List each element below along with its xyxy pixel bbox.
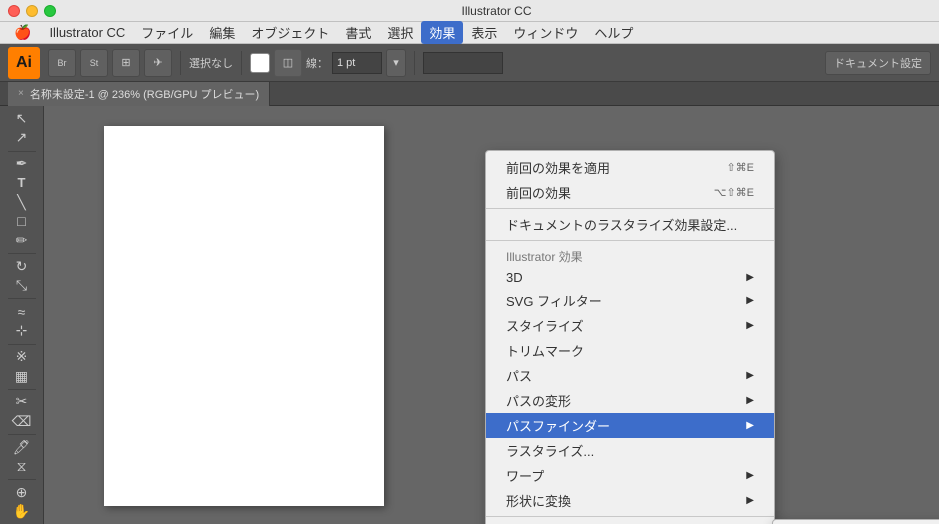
- menu-window[interactable]: ウィンドウ: [505, 21, 586, 44]
- blend-tool[interactable]: ⧖: [6, 458, 38, 475]
- title-bar: Illustrator CC: [0, 0, 939, 22]
- rotate-tool[interactable]: ↻: [6, 258, 38, 275]
- menu-svg-filter[interactable]: SVG フィルター ▶: [486, 288, 774, 313]
- main-area: ↖ ↗ ✒ T ╲ □ ✏ ↻ ⤡ ≈ ⊹ ※ ▦ ✂ ⌫ 🖊 ⧖ ⊕ ✋: [0, 106, 939, 524]
- hand-tool[interactable]: ✋: [6, 503, 38, 520]
- line-tool[interactable]: ╲: [6, 194, 38, 211]
- toolbar-separator-1: [180, 51, 181, 75]
- tool-separator-7: [8, 479, 36, 480]
- menu-type[interactable]: 書式: [337, 21, 379, 44]
- menu-pathfinder[interactable]: パスファインダー ▶: [486, 413, 774, 438]
- window-title: Illustrator CC: [62, 4, 931, 18]
- type-tool[interactable]: T: [6, 174, 38, 191]
- tool-separator-6: [8, 434, 36, 435]
- shape-tool[interactable]: □: [6, 213, 38, 230]
- direct-select-tool[interactable]: ↗: [6, 129, 38, 146]
- menu-shape-convert[interactable]: 形状に変換 ▶: [486, 488, 774, 513]
- toolbar: Ai Br St ⊞ ✈ 選択なし ◫ 線： ▾ ドキュメント設定: [0, 44, 939, 82]
- free-transform-tool[interactable]: ⊹: [6, 322, 38, 339]
- menu-sep-3: [486, 516, 774, 517]
- symbol-sprayer-tool[interactable]: ※: [6, 348, 38, 365]
- pen-tool[interactable]: ✒: [6, 155, 38, 172]
- fill-color-btn[interactable]: [250, 53, 270, 73]
- menu-last-effect[interactable]: 前回の効果 ⌥⇧⌘E: [486, 180, 774, 205]
- doc-settings-button[interactable]: ドキュメント設定: [825, 51, 931, 75]
- stroke-label: 線：: [306, 55, 328, 71]
- menu-section-illustrator: Illustrator 効果: [486, 244, 774, 267]
- menu-file[interactable]: ファイル: [133, 21, 201, 44]
- menu-view[interactable]: 表示: [463, 21, 505, 44]
- tab-bar: × 名称未設定-1 @ 236% (RGB/GPU プレビュー): [0, 82, 939, 106]
- menu-sep-1: [486, 208, 774, 209]
- workspace-button[interactable]: ⊞: [112, 49, 140, 77]
- paintbrush-tool[interactable]: ✏: [6, 232, 38, 249]
- menu-help[interactable]: ヘルプ: [586, 21, 641, 44]
- stroke-dropdown[interactable]: ▾: [386, 49, 406, 77]
- stock-button[interactable]: St: [80, 49, 108, 77]
- slice-tool[interactable]: ✂: [6, 393, 38, 410]
- tab-close-icon[interactable]: ×: [18, 88, 24, 99]
- select-label: 選択なし: [189, 55, 233, 71]
- menu-sep-2: [486, 240, 774, 241]
- menu-edit[interactable]: 編集: [201, 21, 243, 44]
- close-button[interactable]: [8, 5, 20, 17]
- menu-bar: 🍎 Illustrator CC ファイル 編集 オブジェクト 書式 選択 効果…: [0, 22, 939, 44]
- column-graph-tool[interactable]: ▦: [6, 367, 38, 384]
- tool-separator-2: [8, 253, 36, 254]
- menu-apply-last-effect[interactable]: 前回の効果を適用 ⇧⌘E: [486, 155, 774, 180]
- menu-select[interactable]: 選択: [379, 21, 421, 44]
- zoom-tool[interactable]: ⊕: [6, 484, 38, 501]
- style-input[interactable]: [423, 52, 503, 74]
- toolbar-separator-3: [414, 51, 415, 75]
- menu-section-photoshop: Photoshop 効果: [486, 520, 774, 524]
- canvas-area: 前回の効果を適用 ⇧⌘E 前回の効果 ⌥⇧⌘E ドキュメントのラスタライズ効果設…: [44, 106, 939, 524]
- maximize-button[interactable]: [44, 5, 56, 17]
- menu-path[interactable]: パス ▶: [486, 363, 774, 388]
- document-tab[interactable]: × 名称未設定-1 @ 236% (RGB/GPU プレビュー): [8, 82, 270, 106]
- share-button[interactable]: ✈: [144, 49, 172, 77]
- stroke-input[interactable]: [332, 52, 382, 74]
- eyedropper-tool[interactable]: 🖊: [6, 438, 38, 455]
- effect-menu: 前回の効果を適用 ⇧⌘E 前回の効果 ⌥⇧⌘E ドキュメントのラスタライズ効果設…: [485, 150, 775, 524]
- tool-separator-5: [8, 389, 36, 390]
- color-mode-btn[interactable]: ◫: [274, 49, 302, 77]
- eraser-tool[interactable]: ⌫: [6, 413, 38, 430]
- tool-separator-1: [8, 151, 36, 152]
- minimize-button[interactable]: [26, 5, 38, 17]
- tool-separator-4: [8, 344, 36, 345]
- menu-illustrator-cc[interactable]: Illustrator CC: [41, 23, 133, 42]
- menu-trim-mark[interactable]: トリムマーク: [486, 338, 774, 363]
- menu-object[interactable]: オブジェクト: [243, 21, 337, 44]
- scale-tool[interactable]: ⤡: [6, 277, 38, 294]
- toolbar-separator-2: [241, 51, 242, 75]
- tool-separator-3: [8, 298, 36, 299]
- menu-rasterize[interactable]: ラスタライズ...: [486, 438, 774, 463]
- left-toolbar: ↖ ↗ ✒ T ╲ □ ✏ ↻ ⤡ ≈ ⊹ ※ ▦ ✂ ⌫ 🖊 ⧖ ⊕ ✋: [0, 106, 44, 524]
- menu-rasterize-settings[interactable]: ドキュメントのラスタライズ効果設定...: [486, 212, 774, 237]
- select-tool[interactable]: ↖: [6, 110, 38, 127]
- canvas-document: [104, 126, 384, 506]
- apple-menu[interactable]: 🍎: [4, 22, 41, 43]
- warp-tool[interactable]: ≈: [6, 303, 38, 320]
- bridge-button[interactable]: Br: [48, 49, 76, 77]
- ai-logo: Ai: [8, 47, 40, 79]
- menu-3d[interactable]: 3D ▶: [486, 267, 774, 288]
- menu-warp[interactable]: ワープ ▶: [486, 463, 774, 488]
- menu-effect[interactable]: 効果: [421, 21, 463, 44]
- tab-title: 名称未設定-1 @ 236% (RGB/GPU プレビュー): [30, 86, 259, 102]
- pathfinder-submenu: 追加 交差 中マド 前面オブジェクトで型抜き 背面オブジェクトで型抜き 分割: [772, 519, 939, 524]
- menu-path-transform[interactable]: パスの変形 ▶: [486, 388, 774, 413]
- menu-stylize[interactable]: スタイライズ ▶: [486, 313, 774, 338]
